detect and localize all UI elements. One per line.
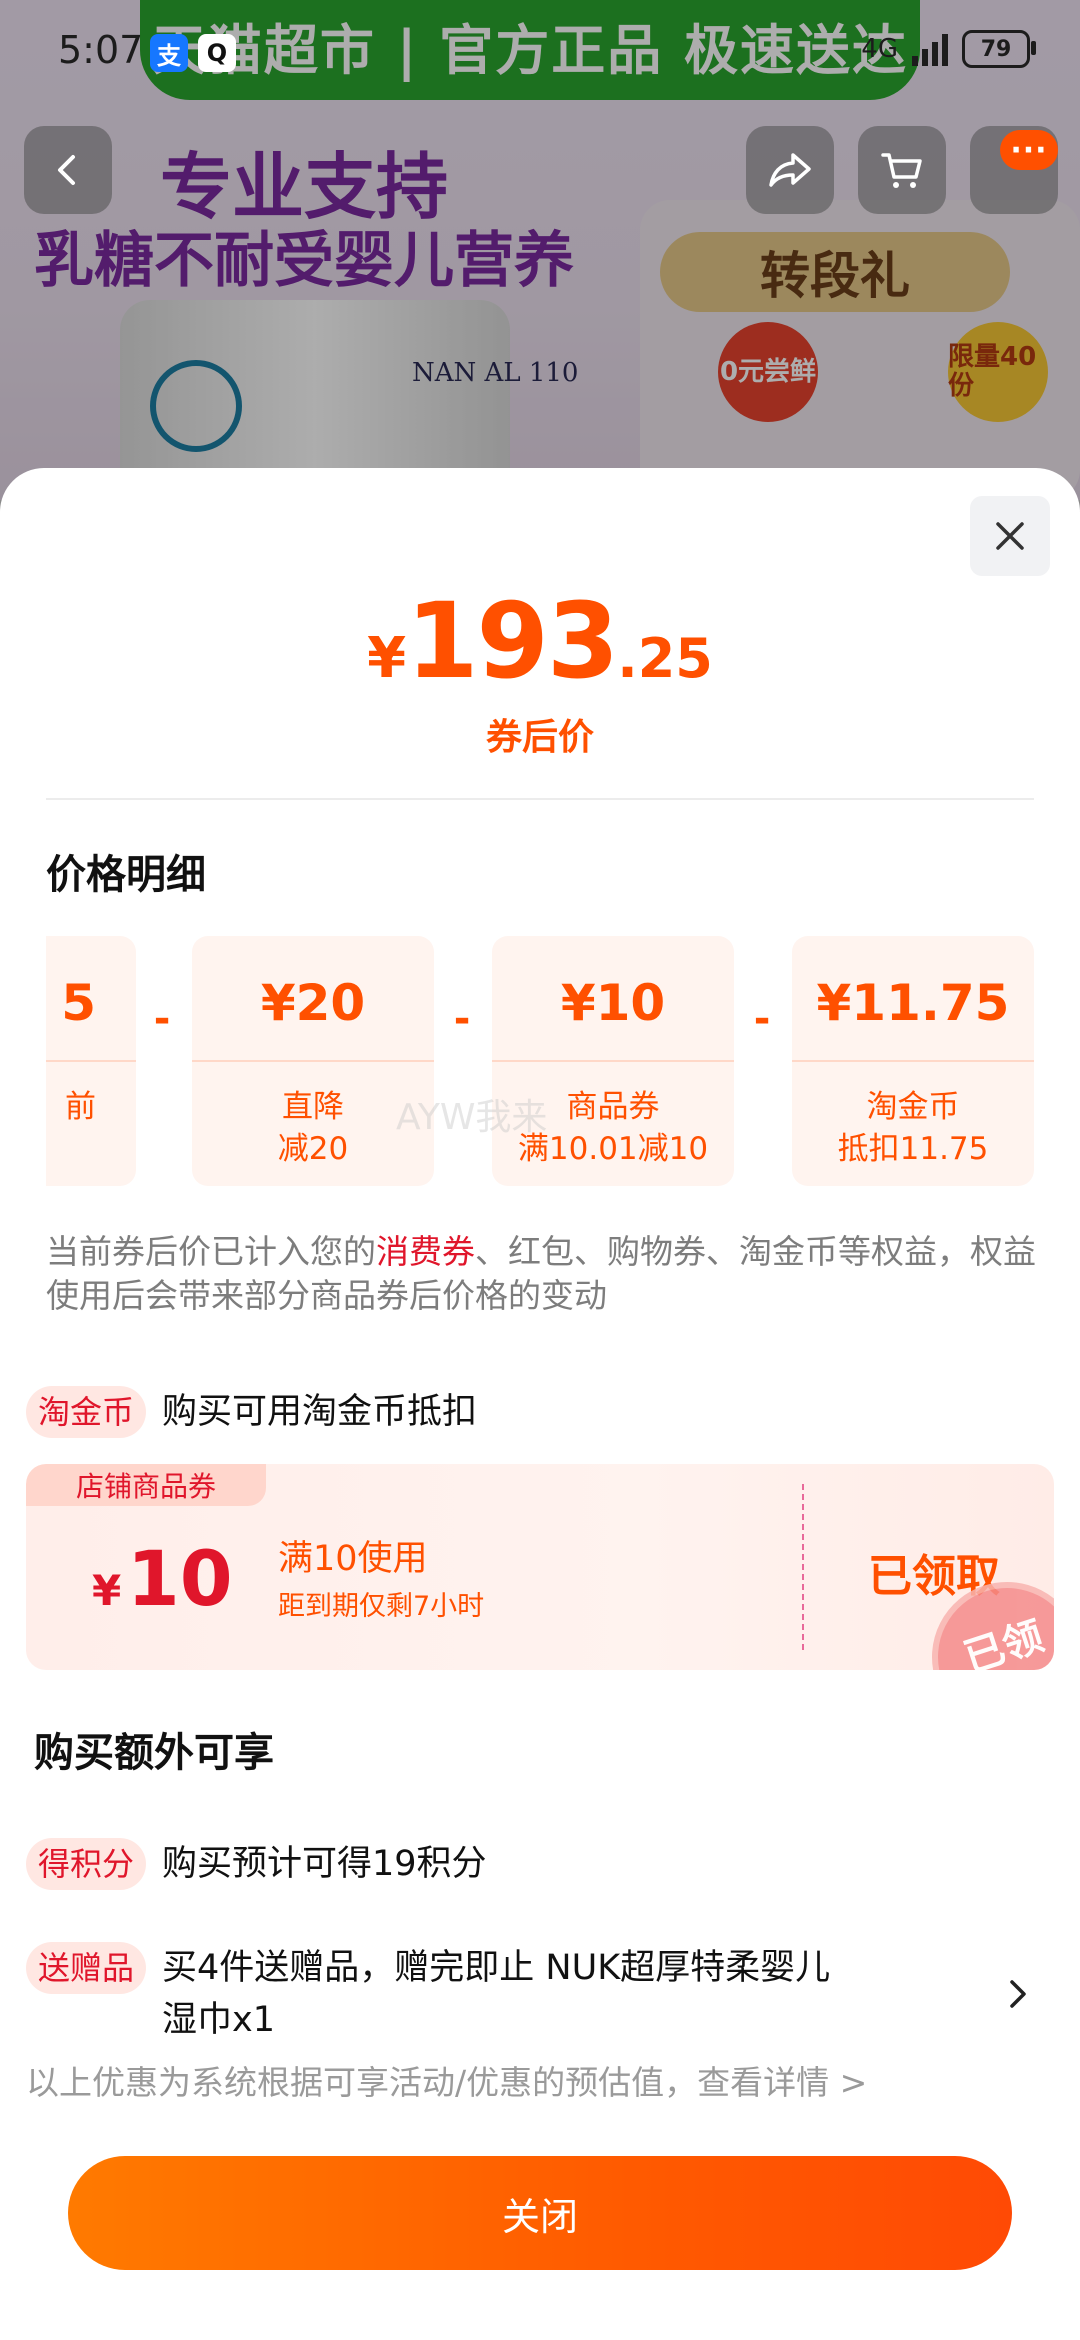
points-tag: 得积分	[26, 1838, 147, 1890]
card-divider	[46, 1060, 136, 1062]
card-amount: ¥20	[260, 974, 366, 1032]
gift-text-line1: 买4件送赠品，赠完即止 NUK超厚特柔婴儿	[162, 1948, 831, 1988]
qq-icon: Q	[198, 34, 236, 72]
status-bar: 5:07 支 Q 4G 79	[0, 0, 1080, 100]
extra-benefits-title: 购买额外可享	[34, 1730, 274, 1776]
share-icon	[769, 153, 811, 187]
price-currency: ¥	[367, 626, 407, 691]
breakdown-card-original: 5 前	[46, 936, 136, 1186]
card-divider	[192, 1060, 434, 1062]
notice-text: 当前券后价已计入您的	[46, 1232, 376, 1271]
battery-icon: 79	[962, 30, 1036, 68]
taojinbi-tag: 淘金币	[26, 1386, 147, 1438]
minus-sign: -	[153, 996, 171, 1042]
coupon-value: ¥ 10	[92, 1534, 233, 1623]
breakdown-card-discount: ¥20 直降 减20	[192, 936, 434, 1186]
close-button[interactable]: 关闭	[68, 2156, 1012, 2270]
watermark: AYW我来	[396, 1097, 548, 1138]
price-decimal: .25	[617, 627, 713, 690]
card-divider	[792, 1060, 1034, 1062]
points-text: 购买预计可得19积分	[162, 1844, 487, 1884]
details-link[interactable]: 以上优惠为系统根据可享活动/优惠的预估值，查看详情 >	[26, 2056, 867, 2104]
coupon-separator	[802, 1484, 804, 1650]
taojinbi-row: 淘金币 购买可用淘金币抵扣	[26, 1386, 477, 1438]
gift-text-line2: 湿巾x1	[162, 2000, 275, 2040]
cart-icon	[881, 153, 922, 188]
coupon-expire: 距到期仅剩7小时	[278, 1591, 485, 1622]
battery-level: 79	[980, 36, 1012, 62]
alipay-icon: 支	[150, 34, 188, 72]
card-label-sub: 抵扣11.75	[837, 1131, 989, 1167]
card-label: 前	[65, 1089, 96, 1125]
signal-icon	[912, 32, 948, 66]
gift-row[interactable]: 送赠品 买4件送赠品，赠完即止 NUK超厚特柔婴儿 湿巾x1	[26, 1942, 1054, 2046]
share-button[interactable]	[746, 126, 834, 214]
chevron-right-icon	[1010, 1980, 1026, 2008]
minus-sign: -	[753, 996, 771, 1042]
breakdown-card-taojinbi: ¥11.75 淘金币 抵扣11.75	[792, 936, 1034, 1186]
coupon-currency: ¥	[92, 1566, 122, 1615]
card-amount: ¥11.75	[816, 974, 1010, 1032]
taojinbi-text: 购买可用淘金币抵扣	[162, 1392, 478, 1432]
card-divider	[492, 1060, 734, 1062]
points-row: 得积分 购买预计可得19积分	[26, 1838, 487, 1890]
card-label-main: 淘金币	[866, 1089, 960, 1125]
shop-coupon[interactable]: 店铺商品券 ¥ 10 满10使用 距到期仅剩7小时 已领取 已领	[26, 1464, 1054, 1670]
close-icon	[996, 522, 1024, 550]
status-time: 5:07	[58, 28, 144, 72]
breakdown-card-coupon: ¥10 商品券 满10.01减10	[492, 936, 734, 1186]
more-dots-icon: ···	[1000, 130, 1058, 170]
divider	[46, 798, 1034, 800]
price-label: 券后价	[485, 717, 594, 758]
coupon-type-tag: 店铺商品券	[26, 1464, 266, 1506]
cart-button[interactable]	[858, 126, 946, 214]
chevron-left-icon	[58, 155, 75, 185]
price-integer: 193	[406, 580, 619, 702]
gift-text: 买4件送赠品，赠完即止 NUK超厚特柔婴儿 湿巾x1	[162, 1942, 982, 2046]
network-label: 4G	[861, 34, 898, 64]
gift-tag: 送赠品	[26, 1942, 147, 1994]
status-indicators: 4G 79	[861, 30, 1036, 68]
back-button[interactable]	[24, 126, 112, 214]
card-label: 淘金币 抵扣11.75	[792, 1086, 1034, 1170]
breakdown-title: 价格明细	[46, 852, 206, 898]
card-amount: ¥10	[560, 974, 666, 1032]
coupon-condition: 满10使用	[278, 1539, 428, 1579]
notice-highlight-link[interactable]: 消费券	[376, 1232, 475, 1271]
price-notice: 当前券后价已计入您的消费券、红包、购物券、淘金币等权益，权益使用后会带来部分商品…	[46, 1230, 1036, 1318]
price-detail-sheet: ¥193.25 券后价 价格明细 5 前 - ¥20 直降 减20 - ¥10 …	[0, 468, 1080, 2340]
minus-sign: -	[453, 996, 471, 1042]
price-breakdown-cards[interactable]: 5 前 - ¥20 直降 减20 - ¥10 商品券 满10.01减10 - ¥…	[46, 936, 1034, 1186]
coupon-amount: 10	[126, 1534, 233, 1623]
sheet-close-button[interactable]	[970, 496, 1050, 576]
card-amount: 5	[61, 974, 96, 1032]
final-price: ¥193.25	[0, 580, 1080, 702]
